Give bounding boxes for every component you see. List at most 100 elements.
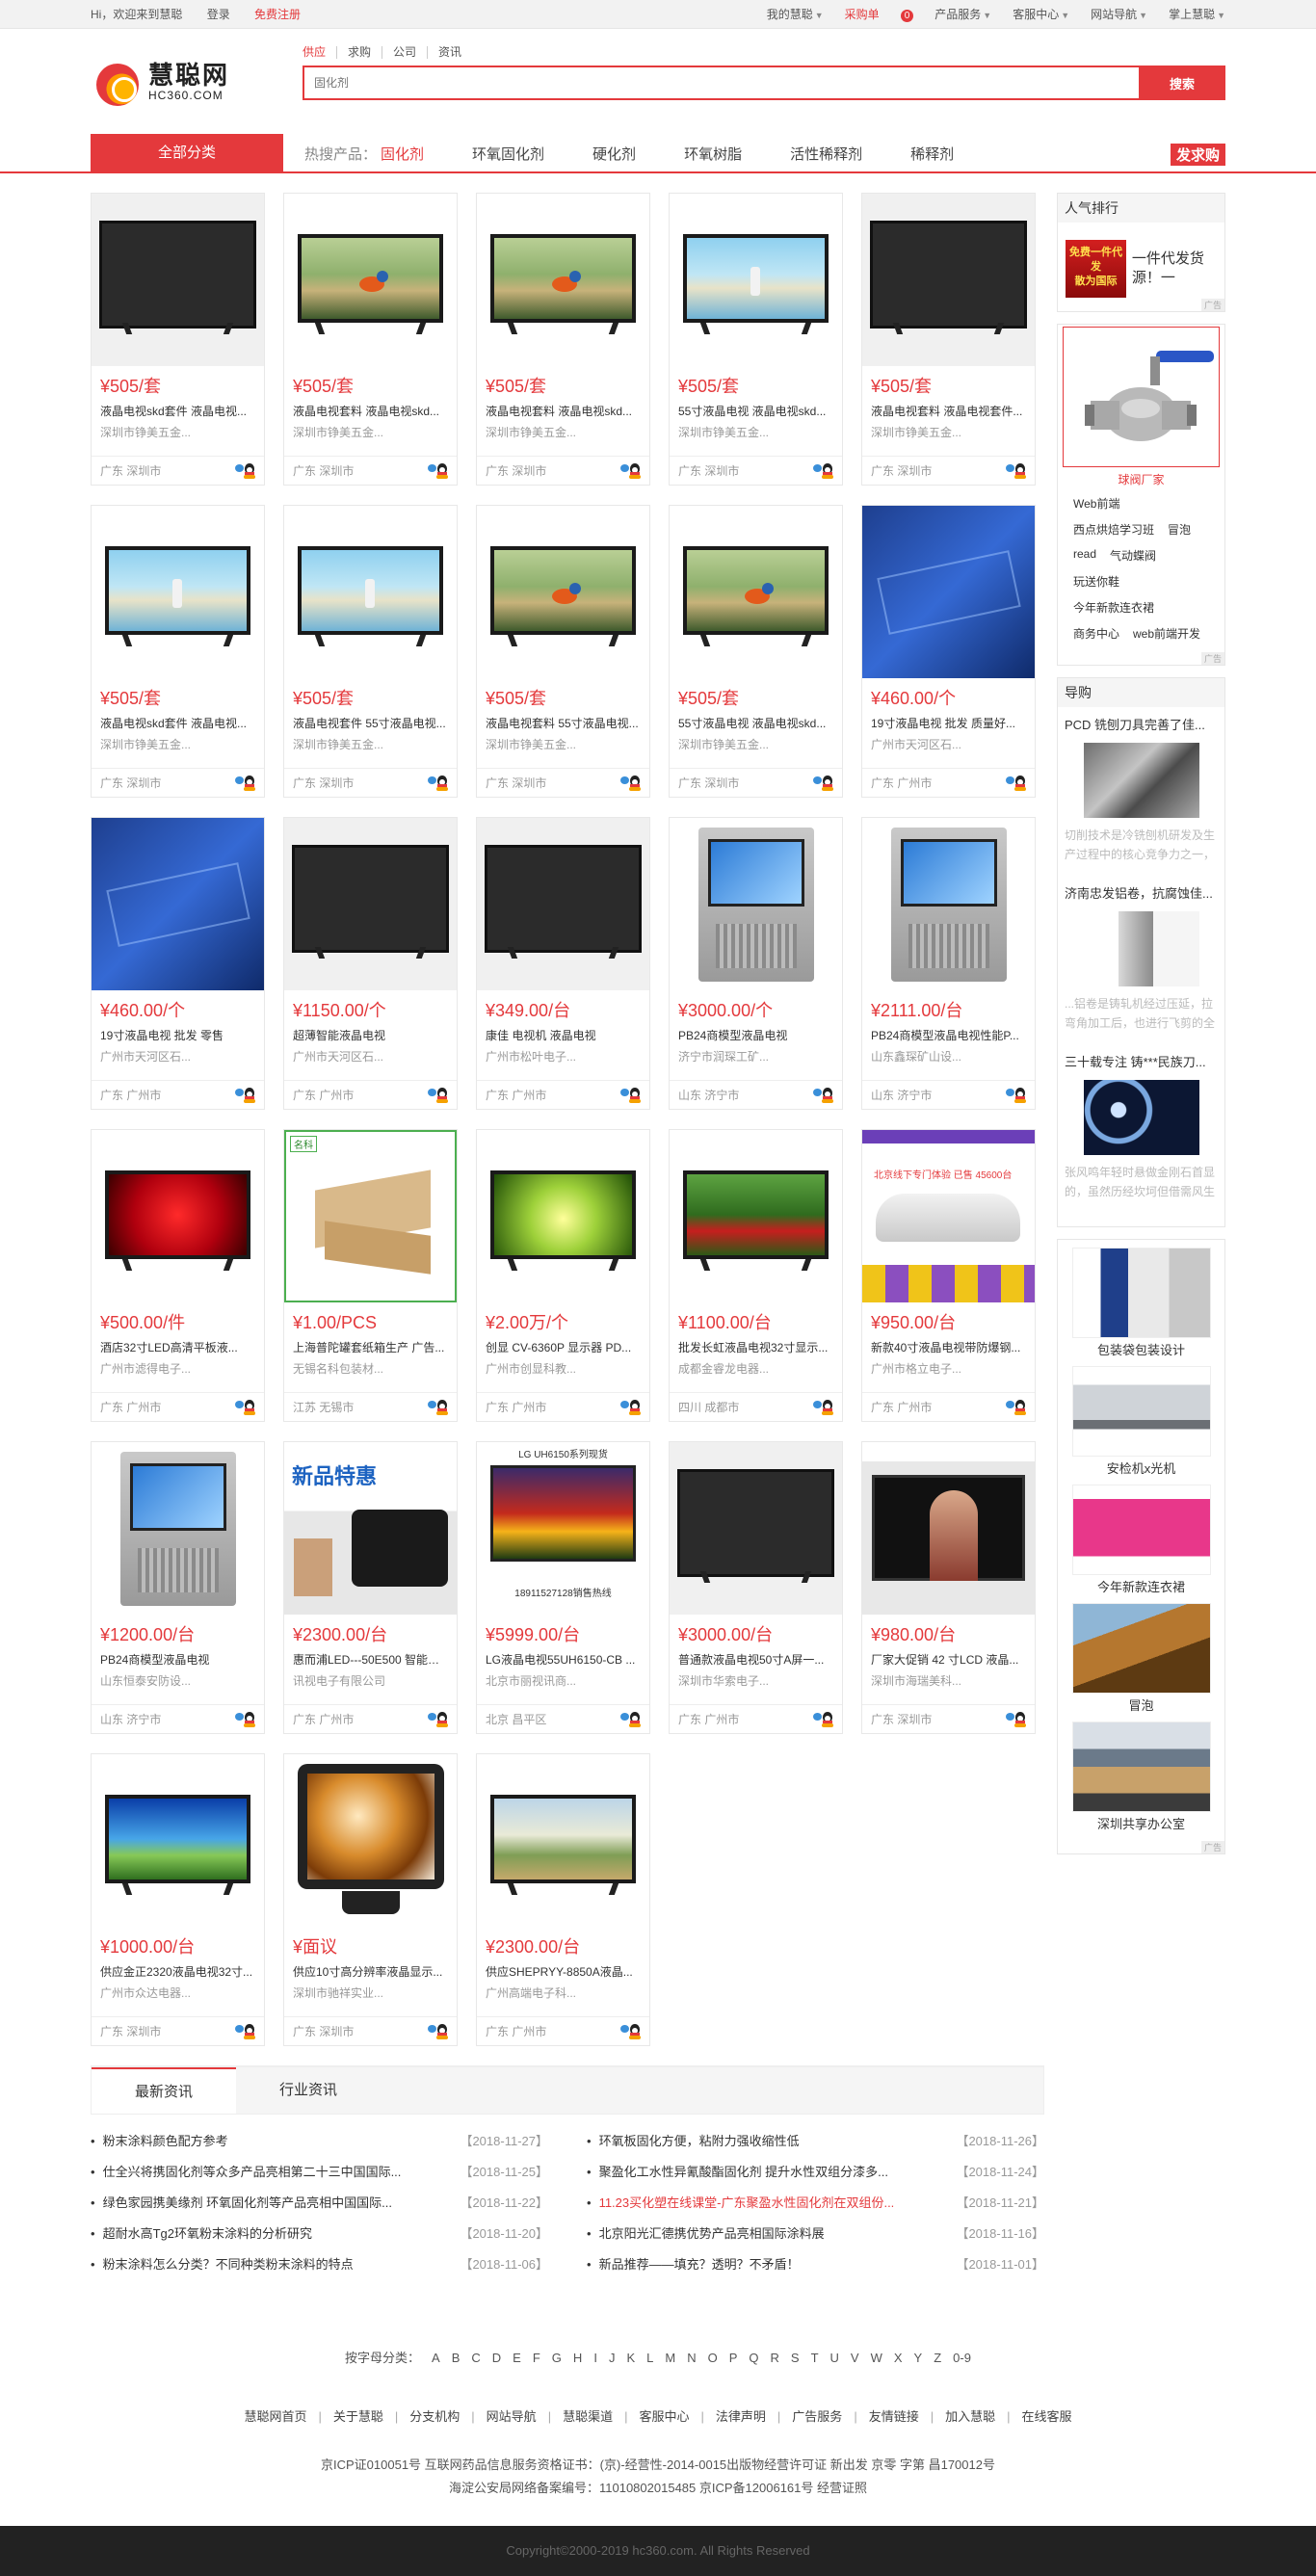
letter-link[interactable]: R xyxy=(771,2351,779,2365)
news-title[interactable]: 仕全兴将携固化剂等众多产品亮相第二十三中国国际... xyxy=(91,2157,437,2188)
product-card[interactable]: ¥505/套 液晶电视skd套件 液晶电视... 深圳市铮美五金... 广东 深圳市 xyxy=(91,193,265,486)
logo[interactable]: 慧聪网 HC360.COM xyxy=(91,56,229,108)
letter-link[interactable]: M xyxy=(665,2351,675,2365)
letter-link[interactable]: V xyxy=(851,2351,859,2365)
product-title[interactable]: 超薄智能液晶电视 xyxy=(293,1027,447,1043)
product-image[interactable] xyxy=(284,1754,457,1927)
news-tab[interactable]: 最新资讯 xyxy=(92,2067,236,2114)
qq-chat-icon[interactable] xyxy=(235,1400,256,1415)
product-image[interactable] xyxy=(477,506,649,678)
product-company[interactable]: 济宁市润琛工矿... xyxy=(678,1048,832,1065)
product-company[interactable]: 广州市滤得电子... xyxy=(100,1360,254,1377)
qq-chat-icon[interactable] xyxy=(235,463,256,479)
qq-chat-icon[interactable] xyxy=(1006,775,1027,791)
letter-link[interactable]: C xyxy=(471,2351,480,2365)
product-title[interactable]: PB24商模型液晶电视性能P... xyxy=(871,1027,1025,1043)
product-company[interactable]: 成都金睿龙电器... xyxy=(678,1360,832,1377)
product-title[interactable]: 供应金正2320液晶电视32寸... xyxy=(100,1963,254,1980)
sidebar-tag[interactable]: 玩送你鞋 xyxy=(1073,573,1119,590)
nav-hot-item[interactable]: 活性稀释剂 xyxy=(790,144,862,164)
valve-caption[interactable]: 球阀厂家 xyxy=(1062,471,1221,487)
product-image[interactable] xyxy=(92,506,264,678)
sidebar-tag[interactable]: 西点烘焙学习班 xyxy=(1073,521,1154,538)
sidebar-product-name[interactable]: 冒泡 xyxy=(1072,1695,1211,1714)
product-company[interactable]: 讯视电子有限公司 xyxy=(293,1672,447,1689)
product-card[interactable]: ¥505/套 液晶电视套料 液晶电视套件... 深圳市铮美五金... 广东 深圳市 xyxy=(861,193,1036,486)
sidebar-product-name[interactable]: 今年新款连衣裙 xyxy=(1072,1577,1211,1595)
product-card[interactable]: ¥505/套 液晶电视skd套件 液晶电视... 深圳市铮美五金... 广东 深圳市 xyxy=(91,505,265,798)
news-item[interactable]: 仕全兴将携固化剂等众多产品亮相第二十三中国国际... 【2018-11-25】 xyxy=(91,2157,548,2188)
ball-valve-image[interactable] xyxy=(1063,327,1220,467)
product-image[interactable] xyxy=(670,818,842,990)
guide-item[interactable]: 济南忠发铝卷，抗腐蚀佳... ...铝卷是铸轧机经过压延，拉弯角加工后，也进行飞剪… xyxy=(1065,883,1219,1033)
news-title[interactable]: 粉末涂料颜色配方参考 xyxy=(91,2126,437,2157)
product-title[interactable]: 19寸液晶电视 批发 零售 xyxy=(100,1027,254,1043)
qq-chat-icon[interactable] xyxy=(428,775,449,791)
product-card[interactable]: ¥460.00/个 19寸液晶电视 批发 零售 广州市天河区石... 广东 广州市 xyxy=(91,817,265,1110)
product-company[interactable]: 深圳市铮美五金... xyxy=(100,424,254,440)
product-company[interactable]: 深圳市铮美五金... xyxy=(678,424,832,440)
product-title[interactable]: 液晶电视套料 液晶电视套件... xyxy=(871,403,1025,419)
product-image[interactable] xyxy=(92,818,264,990)
product-card[interactable]: ¥505/套 液晶电视套料 液晶电视skd... 深圳市铮美五金... 广东 深圳市 xyxy=(476,193,650,486)
news-item[interactable]: 粉末涂料怎么分类？不同种类粉末涂料的特点 【2018-11-06】 xyxy=(91,2249,548,2280)
news-title[interactable]: 11.23买化塑在线课堂-广东聚盈水性固化剂在双组份... xyxy=(587,2188,934,2219)
qq-chat-icon[interactable] xyxy=(428,1400,449,1415)
sidebar-product-image[interactable] xyxy=(1071,1248,1211,1338)
product-image[interactable] xyxy=(92,1130,264,1302)
product-company[interactable]: 深圳市铮美五金... xyxy=(293,736,447,752)
product-company[interactable]: 无锡名科包装材... xyxy=(293,1360,447,1377)
news-item[interactable]: 环氧板固化方便，粘附力强收缩性低 【2018-11-26】 xyxy=(587,2126,1044,2157)
letter-link[interactable]: F xyxy=(533,2351,540,2365)
product-company[interactable]: 深圳市华索电子... xyxy=(678,1672,832,1689)
product-title[interactable]: 液晶电视套件 55寸液晶电视... xyxy=(293,715,447,731)
news-item[interactable]: 聚盈化工水性异氰酸酯固化剂 提升水性双组分漆多... 【2018-11-24】 xyxy=(587,2157,1044,2188)
sidebar-product-image[interactable] xyxy=(1071,1722,1211,1812)
letter-link[interactable]: Z xyxy=(934,2351,941,2365)
product-title[interactable]: 液晶电视套料 液晶电视skd... xyxy=(486,403,640,419)
letter-link[interactable]: L xyxy=(646,2351,653,2365)
product-image[interactable]: 北京线下专门体验 已售 45600台 xyxy=(862,1130,1035,1302)
qq-chat-icon[interactable] xyxy=(1006,1400,1027,1415)
letter-link[interactable]: S xyxy=(791,2351,800,2365)
sidebar-tag[interactable]: 气动蝶阀 xyxy=(1110,547,1156,564)
letter-link[interactable]: O xyxy=(708,2351,718,2365)
product-card[interactable]: ¥349.00/台 康佳 电视机 液晶电视 广州市松叶电子... 广东 广州市 xyxy=(476,817,650,1110)
product-card[interactable]: ¥1100.00/台 批发长虹液晶电视32寸显示... 成都金睿龙电器... 四川 成… xyxy=(669,1129,843,1422)
news-item[interactable]: 北京阳光汇德携优势产品亮相国际涂料展 【2018-11-16】 xyxy=(587,2219,1044,2249)
qq-chat-icon[interactable] xyxy=(428,463,449,479)
product-card[interactable]: ¥2300.00/台 供应SHEPRYY-8850A液晶... 广州高端电子科...… xyxy=(476,1753,650,2046)
product-card[interactable]: ¥1200.00/台 PB24商模型液晶电视 山东恒泰安防设... 山东 济宁市 xyxy=(91,1441,265,1734)
product-company[interactable]: 深圳市海瑞美科... xyxy=(871,1672,1025,1689)
product-image[interactable] xyxy=(284,194,457,366)
qq-chat-icon[interactable] xyxy=(620,775,642,791)
search-tab[interactable]: 供应 xyxy=(303,46,338,59)
letter-link[interactable]: K xyxy=(626,2351,635,2365)
nav-hot-item[interactable]: 硬化剂 xyxy=(592,144,636,164)
nav-hot-item[interactable]: 稀释剂 xyxy=(910,144,954,164)
product-image[interactable] xyxy=(477,194,649,366)
news-title[interactable]: 北京阳光汇德携优势产品亮相国际涂料展 xyxy=(587,2219,934,2249)
search-tab[interactable]: 资讯 xyxy=(428,46,472,59)
top-menu-item[interactable]: 掌上慧聪 ▼ xyxy=(1169,8,1225,21)
footer-link[interactable]: 友情链接 xyxy=(869,2409,919,2424)
product-title[interactable]: 55寸液晶电视 液晶电视skd... xyxy=(678,403,832,419)
sidebar-product-name[interactable]: 安检机x光机 xyxy=(1072,1459,1211,1477)
sidebar-tag[interactable]: web前端开发 xyxy=(1133,625,1200,642)
product-title[interactable]: 供应10寸高分辨率液晶显示... xyxy=(293,1963,447,1980)
news-item[interactable]: 粉末涂料颜色配方参考 【2018-11-27】 xyxy=(91,2126,548,2157)
product-card[interactable]: ¥1000.00/台 供应金正2320液晶电视32寸... 广州市众达电器... 广东… xyxy=(91,1753,265,2046)
product-title[interactable]: PB24商模型液晶电视 xyxy=(100,1651,254,1668)
footer-link[interactable]: 网站导航 xyxy=(487,2409,537,2424)
product-card[interactable]: 新品特惠 ¥2300.00/台 惠而浦LED---50E500 智能网... 讯视电子… xyxy=(283,1441,458,1734)
product-title[interactable]: 液晶电视套料 液晶电视skd... xyxy=(293,403,447,419)
sidebar-product[interactable]: 安检机x光机 xyxy=(1071,1366,1211,1477)
sidebar-tag[interactable]: Web前端 xyxy=(1073,495,1119,512)
product-card[interactable]: ¥2.00万/个 创显 CV-6360P 显示器 PD... 广州市创显科教... 广… xyxy=(476,1129,650,1422)
qq-chat-icon[interactable] xyxy=(620,463,642,479)
qq-chat-icon[interactable] xyxy=(235,775,256,791)
product-image[interactable] xyxy=(284,818,457,990)
news-title[interactable]: 粉末涂料怎么分类？不同种类粉末涂料的特点 xyxy=(91,2249,437,2280)
product-card[interactable]: LG UH6150系列现货 18911527128销售热线 ¥5999.00/台 LG… xyxy=(476,1441,650,1734)
sidebar-product-image[interactable] xyxy=(1071,1366,1211,1457)
